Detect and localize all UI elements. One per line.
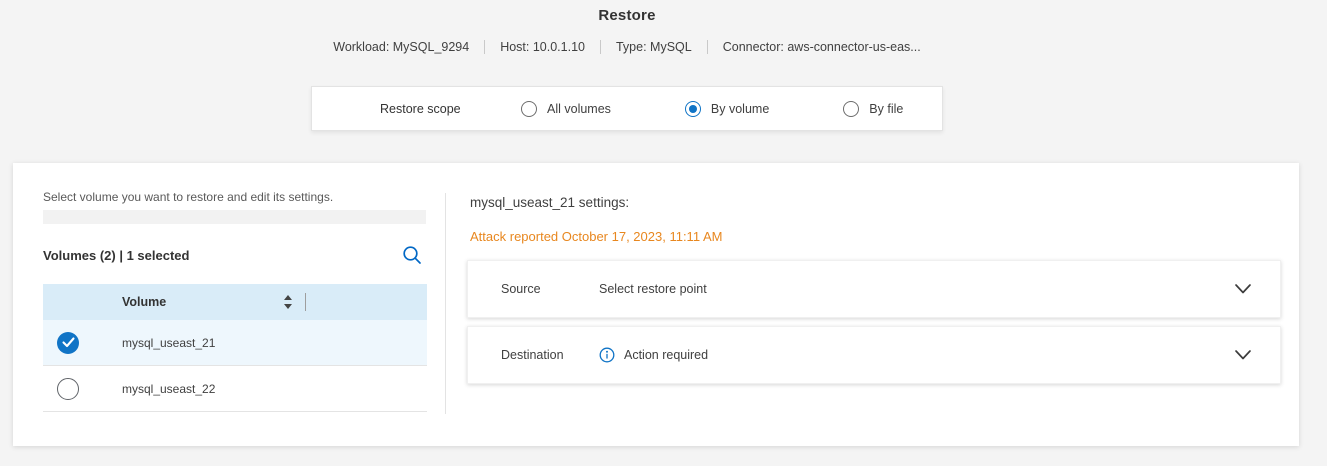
radio-icon[interactable]	[843, 101, 859, 117]
volumes-summary: Volumes (2) | 1 selected	[43, 248, 189, 263]
page-title: Restore	[0, 7, 1254, 24]
source-accordion[interactable]: Source Select restore point	[467, 260, 1281, 318]
meta-connector: Connector: aws-connector-us-eas...	[723, 40, 921, 54]
info-circle-icon	[599, 347, 615, 363]
attack-reported-alert: Attack reported October 17, 2023, 11:11 …	[470, 229, 722, 244]
meta-host: Host: 10.0.1.10	[500, 40, 585, 54]
restore-scope-bar: Restore scope All volumes By volume By f…	[311, 86, 943, 131]
sort-arrows-icon[interactable]	[283, 295, 293, 314]
table-row-mysql-useast-21[interactable]: mysql_useast_21	[43, 320, 427, 366]
meta-workload: Workload: MySQL_9294	[333, 40, 469, 54]
radio-all-volumes[interactable]: All volumes	[521, 101, 611, 117]
volumes-table: Volume mysql_useast_21	[43, 284, 427, 412]
restore-main-card: Select volume you want to restore and ed…	[13, 163, 1299, 446]
restore-page: Restore Workload: MySQL_9294 Host: 10.0.…	[0, 0, 1327, 466]
panel-divider	[445, 193, 446, 414]
destination-value: Action required	[624, 348, 708, 362]
meta-type: Type: MySQL	[616, 40, 692, 54]
radio-by-file-label: By file	[869, 102, 903, 116]
workload-meta-line: Workload: MySQL_9294 Host: 10.0.1.10 Typ…	[0, 40, 1254, 54]
volume-column-header: Volume	[122, 295, 166, 309]
volume-settings-title: mysql_useast_21 settings:	[470, 195, 629, 210]
chevron-down-icon[interactable]	[1233, 348, 1253, 367]
radio-by-volume[interactable]: By volume	[685, 101, 769, 117]
search-button[interactable]	[401, 244, 423, 266]
volume-name: mysql_useast_21	[122, 336, 215, 350]
destination-accordion[interactable]: Destination Action required	[467, 326, 1281, 384]
source-value: Select restore point	[599, 282, 707, 296]
radio-selected-icon[interactable]	[685, 101, 701, 117]
table-row-mysql-useast-22[interactable]: mysql_useast_22	[43, 366, 427, 412]
meta-separator	[707, 40, 708, 54]
placeholder-strip	[43, 210, 426, 224]
restore-scope-options: All volumes By volume By file	[521, 101, 903, 117]
meta-separator	[600, 40, 601, 54]
volume-name: mysql_useast_22	[122, 382, 215, 396]
volume-select-instruction: Select volume you want to restore and ed…	[43, 190, 333, 204]
volumes-table-header[interactable]: Volume	[43, 284, 427, 320]
page-header: Restore Workload: MySQL_9294 Host: 10.0.…	[0, 0, 1254, 54]
search-icon	[401, 244, 423, 266]
meta-separator	[484, 40, 485, 54]
radio-by-volume-label: By volume	[711, 102, 769, 116]
chevron-down-icon[interactable]	[1233, 282, 1253, 301]
radio-by-file[interactable]: By file	[843, 101, 903, 117]
destination-label: Destination	[501, 348, 599, 362]
radio-circle-icon[interactable]	[57, 378, 79, 400]
radio-all-volumes-label: All volumes	[547, 102, 611, 116]
check-circle-icon[interactable]	[57, 332, 79, 354]
source-label: Source	[501, 282, 599, 296]
restore-scope-label: Restore scope	[380, 102, 521, 116]
radio-icon[interactable]	[521, 101, 537, 117]
column-resize-handle[interactable]	[305, 293, 306, 311]
